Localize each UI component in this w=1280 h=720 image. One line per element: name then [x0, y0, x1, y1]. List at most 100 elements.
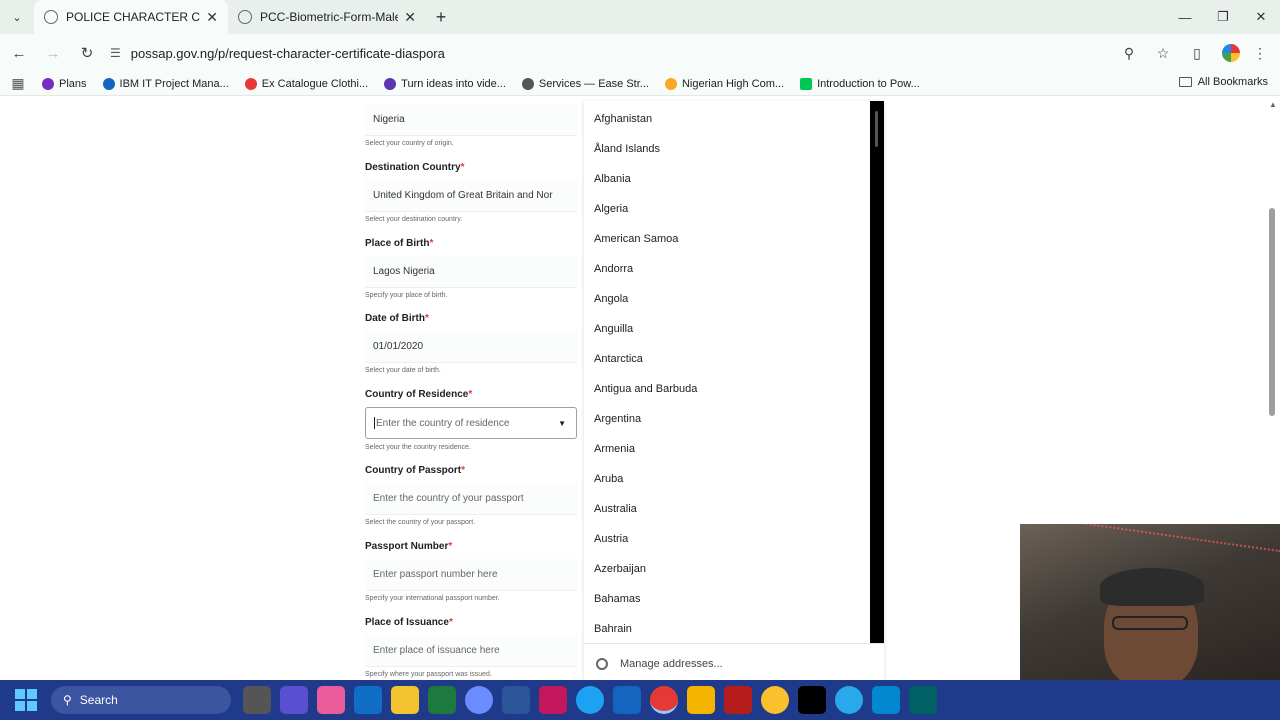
person-glasses [1112, 616, 1188, 630]
dropdown-option[interactable]: Austria [594, 533, 628, 545]
taskbar-search[interactable]: ⚲ Search [51, 686, 231, 714]
bookmark-intro-pow[interactable]: Introduction to Pow... [800, 77, 920, 90]
dropdown-option[interactable]: American Samoa [594, 233, 678, 245]
dropdown-option[interactable]: Australia [594, 503, 637, 515]
chrome-taskbar-icon[interactable] [650, 686, 678, 714]
close-tab-icon[interactable]: ✕ [404, 9, 416, 26]
menu-kebab-icon[interactable]: ⋮ [1246, 38, 1274, 68]
close-tab-icon[interactable]: ✕ [206, 9, 218, 26]
tab-police-certificate[interactable]: POLICE CHARACTER CERTIFICA ✕ [34, 0, 228, 34]
netflix-icon[interactable] [724, 686, 752, 714]
calculator-icon[interactable] [613, 686, 641, 714]
field-help: Specify your international passport numb… [365, 595, 500, 602]
copilot-icon[interactable] [317, 686, 345, 714]
bookmark-nigerian-high-com[interactable]: Nigerian High Com... [664, 77, 785, 90]
date-of-birth-input[interactable]: 01/01/2020 [365, 331, 577, 363]
dropdown-option[interactable]: Bahamas [594, 593, 640, 605]
field-placeholder: Enter passport number here [373, 569, 498, 580]
store-icon[interactable] [354, 686, 382, 714]
text-cursor [374, 417, 375, 429]
dropdown-option[interactable]: Bahrain [594, 623, 632, 635]
place-of-issuance-label: Place of Issuance* [365, 617, 453, 628]
chrome-alt-icon[interactable] [761, 686, 789, 714]
restore-icon[interactable]: ❐ [1204, 0, 1242, 34]
tab-strip: ⌄ POLICE CHARACTER CERTIFICA ✕ PCC-Biome… [0, 0, 1280, 34]
r-app-icon[interactable] [465, 686, 493, 714]
reload-icon[interactable]: ↻ [72, 38, 102, 68]
bookmark-label: Introduction to Pow... [817, 77, 920, 90]
dropdown-option[interactable]: Anguilla [594, 323, 633, 335]
country-of-residence-label: Country of Residence* [365, 389, 473, 400]
edge-icon[interactable] [576, 686, 604, 714]
windows-start-icon[interactable] [15, 689, 37, 711]
dropdown-option[interactable]: Aruba [594, 473, 623, 485]
passport-number-input[interactable]: Enter passport number here [365, 559, 577, 591]
photos-icon[interactable] [872, 686, 900, 714]
teams-icon[interactable] [280, 686, 308, 714]
dropdown-option[interactable]: Antarctica [594, 353, 643, 365]
taskbar-search-label: Search [79, 693, 118, 707]
dropdown-option[interactable]: Azerbaijan [594, 563, 646, 575]
place-of-birth-input[interactable]: Lagos Nigeria [365, 256, 577, 288]
bookmark-ibm[interactable]: IBM IT Project Mana... [102, 77, 229, 90]
dropdown-option[interactable]: Algeria [594, 203, 628, 215]
bookmark-plans[interactable]: Plans [42, 77, 87, 90]
apps-grid-icon[interactable]: ▦ [0, 75, 36, 92]
tab-search-chevron-icon[interactable]: ⌄ [0, 0, 34, 34]
site-info-icon[interactable]: ☰ [110, 46, 121, 60]
dropdown-option[interactable]: Angola [594, 293, 628, 305]
bookmark-services[interactable]: Services — Ease Str... [521, 77, 649, 90]
page-scrollbar-thumb[interactable] [1269, 208, 1275, 416]
field-help: Select the country of your passport. [365, 519, 476, 526]
bookmark-icon [102, 77, 115, 90]
excel-icon[interactable] [428, 686, 456, 714]
back-icon[interactable]: ← [4, 38, 34, 68]
close-window-icon[interactable]: ✕ [1242, 0, 1280, 34]
dropdown-option[interactable]: Argentina [594, 413, 641, 425]
scrollbar-thumb[interactable] [875, 111, 878, 147]
country-of-passport-input[interactable]: Enter the country of your passport [365, 483, 577, 515]
power-bi-icon[interactable] [687, 686, 715, 714]
bookmark-turn-ideas[interactable]: Turn ideas into vide... [384, 77, 506, 90]
dropdown-option[interactable]: Afghanistan [594, 113, 652, 125]
profile-avatar[interactable] [1222, 44, 1240, 62]
dropdown-option[interactable]: Åland Islands [594, 143, 660, 155]
extensions-icon[interactable]: ▯ [1183, 38, 1211, 68]
bookmark-ex-catalogue[interactable]: Ex Catalogue Clothi... [244, 77, 368, 90]
new-tab-button[interactable]: + [426, 0, 456, 34]
bookmark-star-icon[interactable]: ☆ [1149, 38, 1177, 68]
word-icon[interactable] [502, 686, 530, 714]
calendar-app-icon[interactable] [539, 686, 567, 714]
address-bar[interactable]: ☰ possap.gov.ng/p/request-character-cert… [104, 38, 1164, 68]
chrome-icon [596, 658, 608, 670]
place-of-issuance-input[interactable]: Enter place of issuance here [365, 635, 577, 667]
zoom-icon[interactable]: ⚲ [1115, 38, 1143, 68]
field-help: Select your country of origin. [365, 140, 454, 147]
forward-icon[interactable]: → [38, 38, 68, 68]
country-of-residence-input[interactable]: Enter the country of residence ▼ [365, 407, 577, 439]
dropdown-option[interactable]: Andorra [594, 263, 633, 275]
dropdown-option[interactable]: Albania [594, 173, 631, 185]
bookmark-label: Nigerian High Com... [681, 77, 785, 90]
scroll-up-icon[interactable]: ▲ [1269, 100, 1277, 109]
manage-addresses[interactable]: Manage addresses... [584, 643, 884, 680]
field-placeholder: Enter the country of residence [376, 417, 510, 429]
dropdown-caret-icon[interactable]: ▼ [558, 419, 566, 428]
terminal-icon[interactable] [909, 686, 937, 714]
dropdown-option[interactable]: Antigua and Barbuda [594, 383, 697, 395]
file-explorer-icon[interactable] [391, 686, 419, 714]
tiktok-icon[interactable] [798, 686, 826, 714]
task-view-icon[interactable] [243, 686, 271, 714]
dropdown-scrollbar[interactable] [870, 101, 884, 643]
dropdown-option[interactable]: Armenia [594, 443, 635, 455]
minimize-icon[interactable]: — [1166, 0, 1204, 34]
all-bookmarks[interactable]: All Bookmarks [1178, 76, 1268, 88]
bookmark-icon [244, 77, 257, 90]
destination-country-field[interactable]: United Kingdom of Great Britain and Nor [365, 180, 577, 212]
field-help: Select your date of birth. [365, 367, 441, 374]
bookmark-label: IBM IT Project Mana... [119, 77, 229, 90]
country-autocomplete-dropdown: Afghanistan Åland Islands Albania Algeri… [584, 101, 884, 680]
tab-pcc-biometric-pdf[interactable]: PCC-Biometric-Form-Male.pdf ✕ [228, 0, 426, 34]
country-of-origin-field[interactable]: Nigeria [365, 104, 577, 136]
telegram-icon[interactable] [835, 686, 863, 714]
